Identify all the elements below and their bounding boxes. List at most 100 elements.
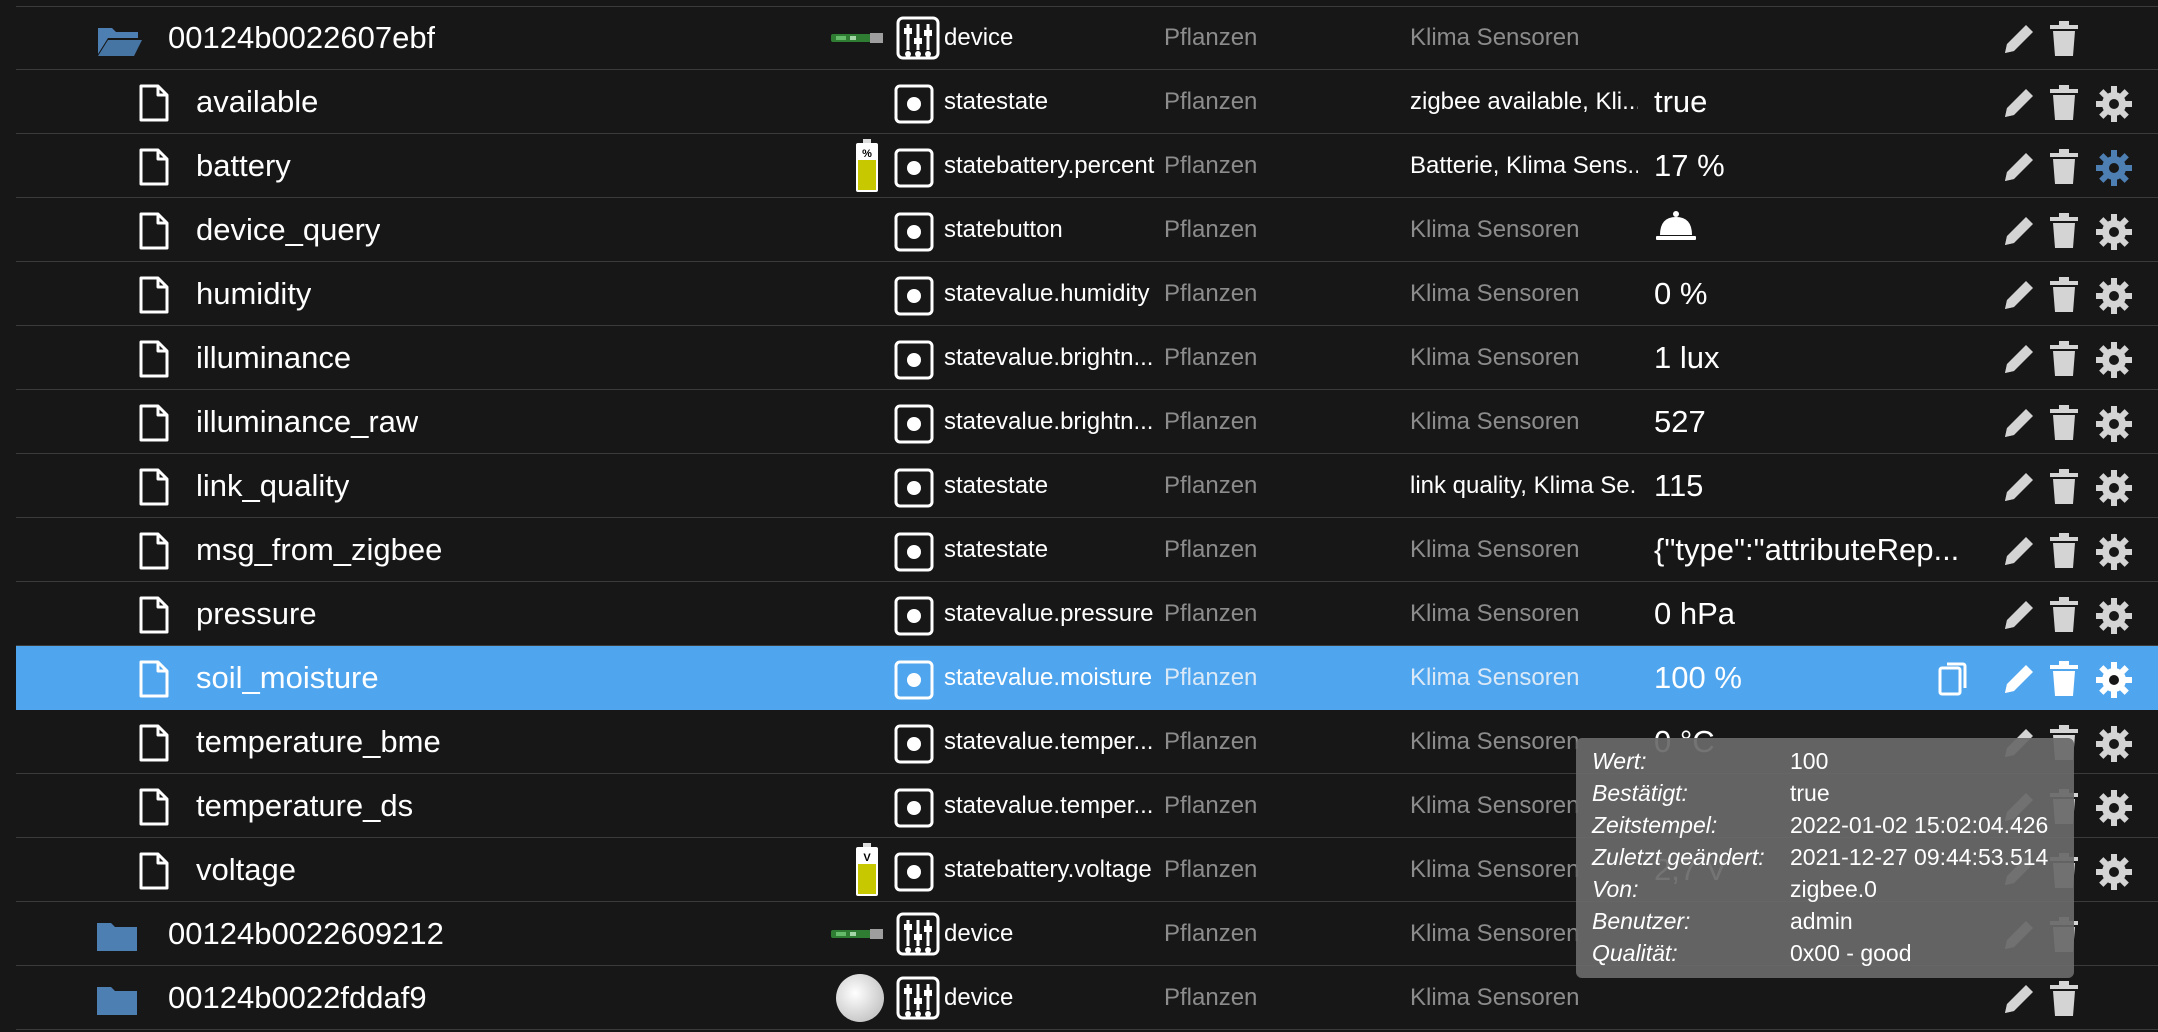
tree-state-row[interactable]: soil_moisture statevalue.moisture Pflanzen… [16,646,2158,710]
tooltip-value: true [1790,780,1830,806]
delete-trash-icon[interactable] [2048,276,2086,314]
edit-pencil-icon[interactable] [2000,468,2038,506]
function-cell: Klima Sensoren [1410,407,1580,435]
tooltip-value: zigbee.0 [1790,876,1877,902]
edit-pencil-icon[interactable] [2000,980,2038,1018]
tree-state-row[interactable]: illuminance statevalue.brightn... Pflanzen… [16,326,2158,390]
tooltip-value: 2022-01-02 15:02:04.426 [1790,812,2049,838]
edit-pencil-icon[interactable] [2000,20,2038,58]
function-cell: Klima Sensoren [1410,663,1580,691]
tree-state-row[interactable]: link_quality statestate Pflanzen link quali… [16,454,2158,518]
settings-gear-icon[interactable] [2094,532,2132,570]
edit-pencil-icon[interactable] [2000,340,2038,378]
settings-gear-icon[interactable] [2094,788,2132,826]
tree-state-row[interactable]: humidity statevalue.humidity Pflanzen Klima… [16,262,2158,326]
role-cell: statevalue.brightn... [944,343,1154,371]
tooltip-label: Qualität: [1592,940,1678,966]
folder-icon[interactable] [96,984,138,1021]
settings-gear-icon[interactable] [2094,852,2132,890]
file-icon [138,660,170,703]
role-cell: device [944,983,1014,1011]
delete-trash-icon[interactable] [2048,148,2086,186]
tree-state-row[interactable]: msg_from_zigbee statestate Pflanzen Klima S… [16,518,2158,582]
settings-gear-icon[interactable] [2094,212,2132,250]
state-icon [894,404,934,444]
sliders-icon [896,16,940,60]
tooltip-label: Benutzer: [1592,908,1691,934]
role-cell: statevalue.temper... [944,727,1154,755]
settings-gear-icon[interactable] [2094,404,2132,442]
room-cell: Pflanzen [1164,87,1258,115]
room-cell: Pflanzen [1164,727,1258,755]
edit-pencil-icon[interactable] [2000,148,2038,186]
object-name: voltage [196,851,296,887]
edit-pencil-icon[interactable] [2000,532,2038,570]
tree-folder-row[interactable]: 00124b0022607ebf device Pflanzen Klima Sens… [16,6,2158,70]
role-cell: statestate [944,535,1049,563]
delete-trash-icon[interactable] [2048,660,2086,698]
room-cell: Pflanzen [1164,23,1258,51]
delete-trash-icon[interactable] [2048,532,2086,570]
room-cell: Pflanzen [1164,855,1258,883]
state-icon [894,340,934,380]
bell-icon[interactable] [1654,209,1698,251]
tree-state-row[interactable]: available statestate Pflanzen zigbee availa… [16,70,2158,134]
tree-state-row[interactable]: battery% statebattery.percent Pflanzen Batt… [16,134,2158,198]
delete-trash-icon[interactable] [2048,20,2086,58]
delete-trash-icon[interactable] [2048,596,2086,634]
tooltip-value: 2021-12-27 09:44:53.514 [1790,844,2049,870]
room-cell: Pflanzen [1164,919,1258,947]
function-cell: Klima Sensoren [1410,599,1580,627]
function-cell: Klima Sensoren [1410,215,1580,243]
edit-pencil-icon[interactable] [2000,212,2038,250]
object-name: temperature_bme [196,723,441,759]
settings-gear-icon[interactable] [2094,340,2132,378]
room-cell: Pflanzen [1164,535,1258,563]
folder-open-icon[interactable] [96,24,144,63]
tree-state-row[interactable]: device_query statebutton Pflanzen Klima Sen… [16,198,2158,262]
battery-voltage-icon: V [854,842,880,903]
settings-gear-icon[interactable] [2094,724,2132,762]
sliders-icon [896,976,940,1020]
tree-state-row[interactable]: illuminance_raw statevalue.brightn... Pfla… [16,390,2158,454]
edit-pencil-icon[interactable] [2000,84,2038,122]
value-cell: 1 lux [1654,339,1720,375]
tooltip-value: admin [1790,908,1853,934]
settings-gear-icon[interactable] [2094,660,2132,698]
role-cell: statebutton [944,215,1063,243]
delete-trash-icon[interactable] [2048,212,2086,250]
settings-gear-icon[interactable] [2094,468,2132,506]
delete-trash-icon[interactable] [2048,340,2086,378]
sliders-icon [896,912,940,956]
folder-icon[interactable] [96,920,138,957]
settings-gear-icon[interactable] [2094,276,2132,314]
delete-trash-icon[interactable] [2048,980,2086,1018]
settings-gear-icon[interactable] [2094,148,2132,186]
delete-trash-icon[interactable] [2048,84,2086,122]
tooltip-label: Zeitstempel: [1592,812,1718,838]
delete-trash-icon[interactable] [2048,468,2086,506]
state-tooltip: Wert: 100 Bestätigt: true Zeitstempel: 2022-0… [1576,738,2074,978]
state-icon [894,852,934,892]
room-cell: Pflanzen [1164,663,1258,691]
file-icon [138,468,170,511]
file-icon [138,212,170,255]
state-icon [894,660,934,700]
edit-pencil-icon[interactable] [2000,276,2038,314]
settings-gear-icon[interactable] [2094,596,2132,634]
role-cell: device [944,23,1014,51]
state-icon [894,148,934,188]
value-cell [1654,6,2004,69]
edit-pencil-icon[interactable] [2000,660,2038,698]
round-sensor-icon [834,972,886,1029]
edit-pencil-icon[interactable] [2000,404,2038,442]
edit-pencil-icon[interactable] [2000,596,2038,634]
settings-gear-icon[interactable] [2094,84,2132,122]
copy-icon[interactable] [1936,660,1974,698]
role-cell: statestate [944,87,1049,115]
function-cell: Batterie, Klima Sens... [1410,151,1638,179]
delete-trash-icon[interactable] [2048,404,2086,442]
file-icon [138,852,170,895]
object-name: battery [196,147,291,183]
tree-state-row[interactable]: pressure statevalue.pressure Pflanzen Klima… [16,582,2158,646]
